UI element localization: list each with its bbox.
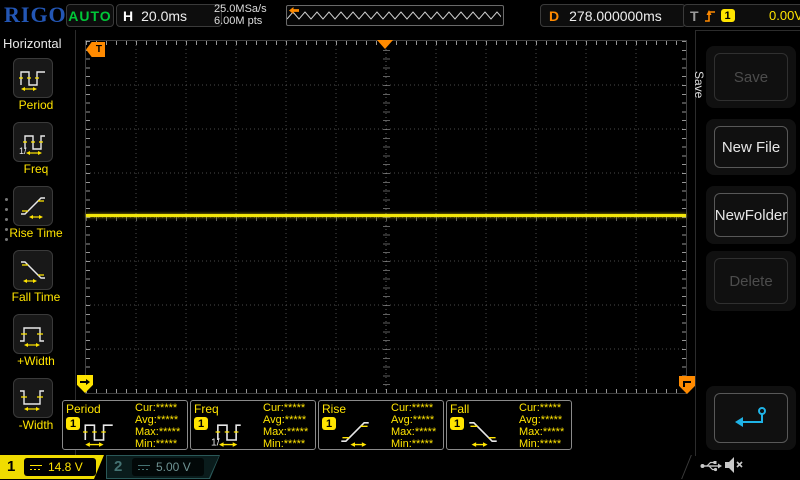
back-button[interactable] <box>706 386 796 450</box>
measurement-name: Period <box>66 402 101 416</box>
measurement-box-rise[interactable]: Rise 1 Cur:***** Avg:***** Max:***** Min:*… <box>318 400 444 450</box>
rising-edge-icon <box>704 9 715 22</box>
acquisition-info: 25.0MSa/s 6.00M pts <box>214 3 267 27</box>
sample-rate: 25.0MSa/s <box>214 3 267 15</box>
measurement-stats: Cur:***** Avg:***** Max:***** Min:***** <box>263 402 309 450</box>
measurement-box-period[interactable]: Period 1 Cur:***** Avg:***** Max:***** Min… <box>62 400 188 450</box>
waveform-display-grid <box>85 40 687 394</box>
memory-depth: 6.00M pts <box>214 15 263 27</box>
new-file-button-label: New File <box>714 126 788 168</box>
measurement-stats: Cur:***** Avg:***** Max:***** Min:***** <box>519 402 565 450</box>
measurement-box-fall[interactable]: Fall 1 Cur:***** Avg:***** Max:***** Min:*… <box>446 400 572 450</box>
horizontal-scale-value: 20.0ms <box>141 7 188 24</box>
fall-time-icon <box>21 261 45 283</box>
rise-time-icon <box>21 197 45 219</box>
measure-category-title: Horizontal <box>3 36 62 51</box>
menu-scroll-dot <box>5 198 8 201</box>
return-arrow-icon <box>735 407 766 427</box>
new-folder-button-label: NewFolder <box>714 193 788 237</box>
measurement-stats: Cur:***** Avg:***** Max:***** Min:***** <box>391 402 437 450</box>
measurement-name: Fall <box>450 402 470 416</box>
measurement-box-freq[interactable]: Freq 1 1/ Cur:***** Avg:***** Max:***** Mi… <box>190 400 316 450</box>
horizontal-scale-display: H 20.0ms <box>116 4 222 27</box>
trigger-source-badge: 1 <box>720 9 735 22</box>
measure-item-rise-time-label: Rise Time <box>9 226 63 240</box>
save-button: Save <box>706 46 796 108</box>
measure-item-plus-width-label: +Width <box>17 354 55 368</box>
horizontal-scale-label: H <box>123 7 134 24</box>
delay-label: D <box>549 7 560 24</box>
new-file-button[interactable]: New File <box>706 119 796 175</box>
trigger-info-display: T 1 0.00V <box>683 4 800 27</box>
measure-item-plus-width[interactable] <box>13 314 53 354</box>
channel2-tab[interactable]: 2 5.00 V <box>106 455 220 479</box>
measure-item-freq[interactable]: 1/ <box>13 122 53 162</box>
period-icon <box>83 424 113 447</box>
channel1-scale: 14.8 V <box>48 460 83 474</box>
plus-width-icon <box>20 327 44 347</box>
fall-time-icon <box>469 422 497 447</box>
measurement-name: Rise <box>322 402 347 416</box>
delete-button-label: Delete <box>714 258 788 304</box>
trigger-label: T <box>690 7 699 24</box>
measure-item-freq-label: Freq <box>23 162 49 176</box>
period-icon <box>19 71 45 91</box>
menu-scroll-dot <box>5 208 8 211</box>
new-folder-button[interactable]: NewFolder <box>706 186 796 244</box>
measurement-channel-badge: 1 <box>194 417 208 430</box>
measure-item-rise-time[interactable] <box>13 186 53 226</box>
save-button-label: Save <box>714 53 788 101</box>
preview-waveform-icon <box>287 11 501 20</box>
delete-button: Delete <box>706 251 796 311</box>
run-status-badge: AUTO <box>66 4 114 27</box>
freq-icon: 1/ <box>211 424 241 448</box>
oscilloscope-screen: RIGOL AUTO H 20.0ms 25.0MSa/s 6.00M pts … <box>0 0 800 480</box>
measure-item-minus-width[interactable] <box>13 378 53 418</box>
usb-icon <box>700 461 722 472</box>
menu-scroll-dot <box>5 218 8 221</box>
speaker-muted-icon <box>725 457 743 473</box>
measure-item-period-label: Period <box>18 98 54 112</box>
horizontal-position-display: D 278.000000ms <box>540 4 686 27</box>
channel2-scale: 5.00 V <box>156 460 191 474</box>
rise-time-icon <box>341 422 369 447</box>
svg-text:1/: 1/ <box>19 146 27 156</box>
delay-value: 278.000000ms <box>569 7 662 24</box>
channel1-number: 1 <box>7 458 16 475</box>
measure-item-fall-time[interactable] <box>13 250 53 290</box>
channel1-tab[interactable]: 1 14.8 V <box>0 455 104 479</box>
svg-text:1/: 1/ <box>211 438 220 448</box>
dc-coupling-icon <box>138 465 150 470</box>
waveform-trace <box>86 214 686 217</box>
measurement-channel-badge: 1 <box>450 417 464 430</box>
waveform-preview-bar <box>286 5 504 26</box>
measure-item-period[interactable] <box>13 58 53 98</box>
channel2-number: 2 <box>114 458 123 475</box>
measure-item-fall-time-label: Fall Time <box>11 290 61 304</box>
freq-icon: 1/ <box>19 135 45 156</box>
dc-coupling-icon <box>30 465 42 470</box>
measurement-channel-badge: 1 <box>322 417 336 430</box>
minus-width-icon <box>20 390 44 411</box>
measurement-stats: Cur:***** Avg:***** Max:***** Min:***** <box>135 402 181 450</box>
trigger-level-value: 0.00V <box>769 8 800 23</box>
measurement-channel-badge: 1 <box>66 417 80 430</box>
measurement-name: Freq <box>194 402 219 416</box>
soft-menu-title: Save <box>692 71 706 99</box>
